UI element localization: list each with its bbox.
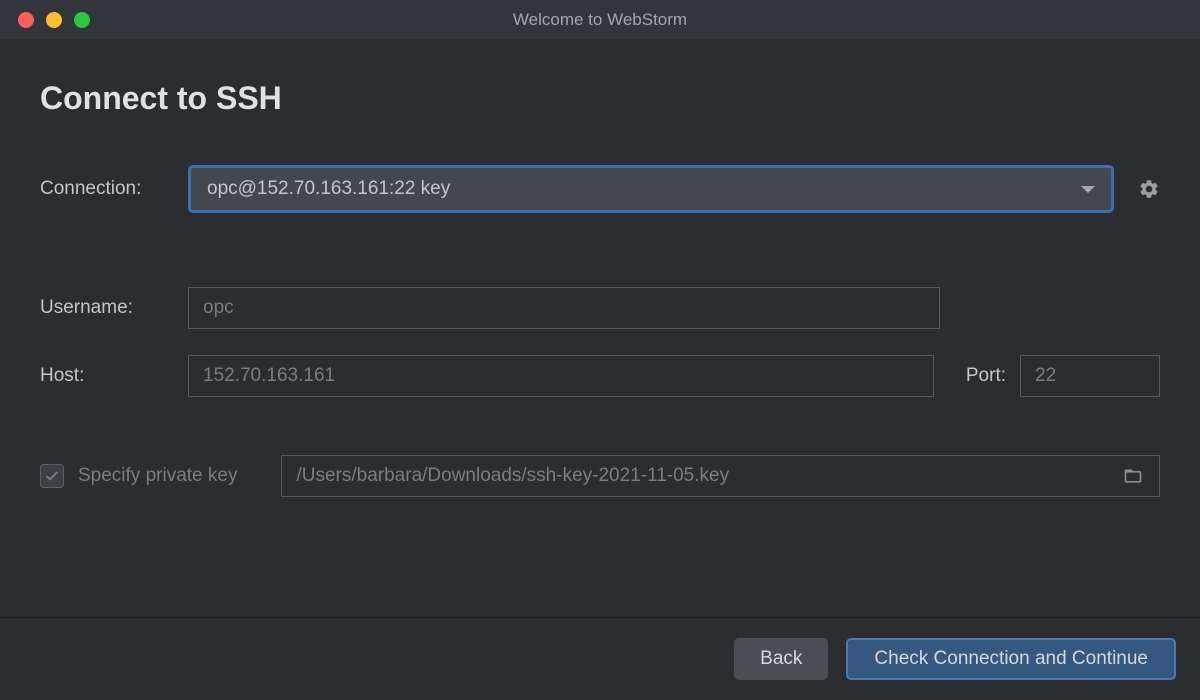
window-title: Welcome to WebStorm	[513, 10, 687, 30]
traffic-lights	[0, 12, 90, 28]
host-input[interactable]	[188, 355, 934, 397]
connection-label: Connection:	[40, 178, 188, 200]
port-input[interactable]	[1020, 355, 1160, 397]
minimize-window-icon[interactable]	[46, 12, 62, 28]
close-window-icon[interactable]	[18, 12, 34, 28]
connection-row: Connection: opc@152.70.163.161:22 key	[40, 165, 1160, 213]
username-input[interactable]	[188, 287, 940, 329]
private-key-checkbox[interactable]	[40, 464, 64, 488]
main-content: Connect to SSH Connection: opc@152.70.16…	[0, 40, 1200, 497]
gear-icon[interactable]	[1138, 178, 1160, 200]
check-connection-button[interactable]: Check Connection and Continue	[846, 638, 1176, 680]
chevron-down-icon	[1081, 186, 1095, 193]
host-row: Host: Port:	[40, 355, 1160, 397]
checkmark-icon	[44, 468, 60, 484]
host-label: Host:	[40, 365, 188, 387]
port-label: Port:	[966, 365, 1006, 387]
titlebar: Welcome to WebStorm	[0, 0, 1200, 40]
username-row: Username:	[40, 287, 1160, 329]
private-key-label: Specify private key	[78, 465, 237, 487]
connection-value: opc@152.70.163.161:22 key	[207, 178, 450, 200]
private-key-row: Specify private key /Users/barbara/Downl…	[40, 455, 1160, 497]
private-key-path-input[interactable]: /Users/barbara/Downloads/ssh-key-2021-11…	[281, 455, 1160, 497]
back-button[interactable]: Back	[734, 638, 828, 680]
private-key-path-value: /Users/barbara/Downloads/ssh-key-2021-11…	[296, 465, 729, 487]
folder-open-icon[interactable]	[1121, 466, 1145, 486]
maximize-window-icon[interactable]	[74, 12, 90, 28]
username-label: Username:	[40, 297, 188, 319]
connection-dropdown[interactable]: opc@152.70.163.161:22 key	[188, 165, 1114, 213]
footer: Back Check Connection and Continue	[0, 617, 1200, 700]
page-title: Connect to SSH	[40, 80, 1160, 117]
